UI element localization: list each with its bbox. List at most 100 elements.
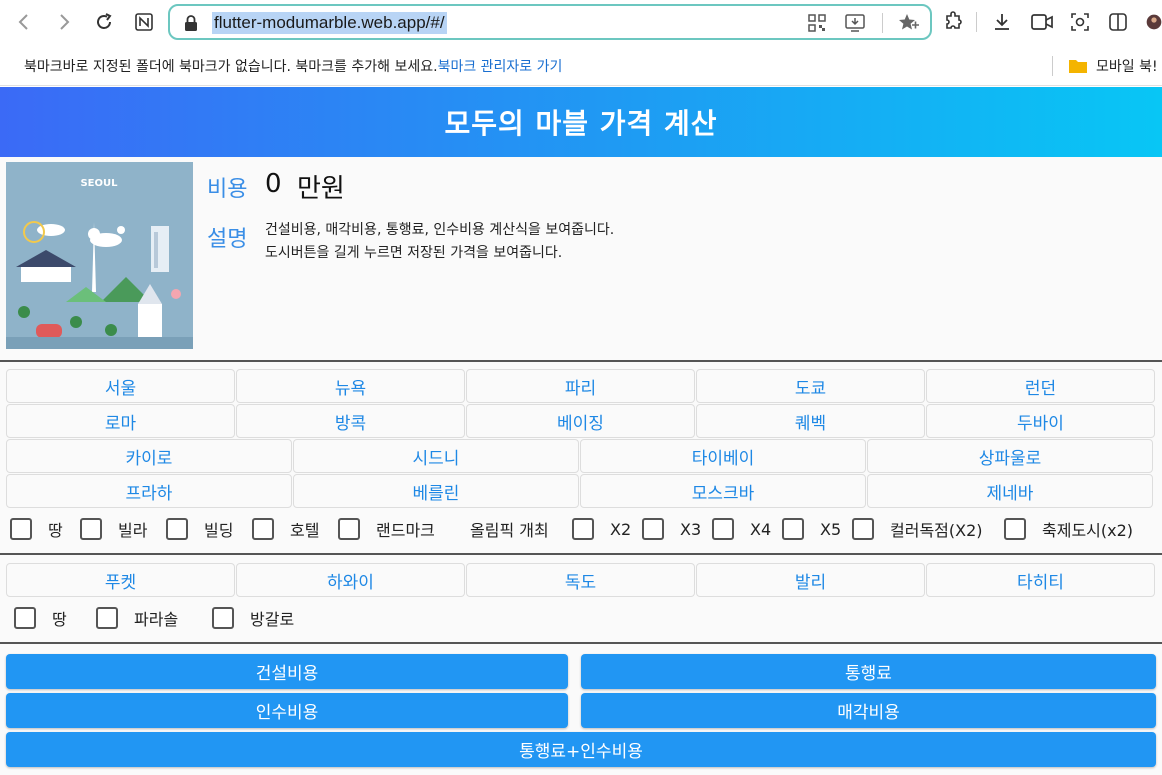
city-button-rome[interactable]: 로마 [6, 404, 235, 438]
option-festival-city[interactable]: 축제도시(x2) [1004, 514, 1133, 544]
checkbox[interactable] [852, 518, 874, 540]
olympic-x4[interactable]: X4 [712, 514, 771, 544]
qr-code-icon[interactable] [806, 12, 828, 34]
option-landmark[interactable]: 랜드마크 [338, 514, 435, 544]
option-label: X3 [680, 519, 702, 539]
lock-icon [184, 15, 198, 35]
cost-label: 비용 [207, 177, 248, 202]
download-icon[interactable] [990, 10, 1014, 34]
checkbox[interactable] [10, 518, 32, 540]
toll-plus-acquisition-button[interactable]: 통행료+인수비용 [6, 732, 1156, 767]
city-button-dubai[interactable]: 두바이 [926, 404, 1155, 438]
summary-section: SEOUL 비용 0 만원 설명 건설비용, 매각비용, 통행료, 인수비용 계… [0, 157, 1162, 360]
city-button-taipei[interactable]: 타이베이 [580, 439, 866, 473]
checkbox[interactable] [212, 607, 234, 629]
url-text[interactable]: flutter-modumarble.web.app/#/ [212, 12, 447, 34]
reload-icon [97, 13, 112, 29]
extensions-icon[interactable] [942, 10, 966, 34]
section-divider [0, 642, 1162, 644]
tourist-button-bali[interactable]: 발리 [696, 563, 925, 597]
olympic-x2[interactable]: X2 [572, 514, 631, 544]
tourist-option-bungalow[interactable]: 방갈로 [212, 603, 294, 633]
city-button-quebec[interactable]: 퀘벡 [696, 404, 925, 438]
city-button-bangkok[interactable]: 방콕 [236, 404, 465, 438]
description-line-1: 건설비용, 매각비용, 통행료, 인수비용 계산식을 보여줍니다. [265, 222, 615, 238]
city-button-berlin[interactable]: 베를린 [293, 474, 579, 508]
checkbox[interactable] [252, 518, 274, 540]
bookmark-folder-label: 모바일 북! [1096, 59, 1158, 75]
section-divider [0, 553, 1162, 555]
tourist-option-land[interactable]: 땅 [14, 603, 67, 633]
tourist-options-row: 땅 파라솔 방갈로 [8, 603, 408, 633]
toll-button[interactable]: 통행료 [581, 654, 1156, 689]
option-label: X4 [750, 519, 772, 539]
city-button-seoul[interactable]: 서울 [6, 369, 235, 403]
cost-value: 0 [265, 169, 282, 199]
notion-extension-button[interactable] [130, 8, 158, 36]
checkbox[interactable] [166, 518, 188, 540]
back-button[interactable] [10, 8, 38, 36]
checkbox[interactable] [572, 518, 594, 540]
checkbox[interactable] [712, 518, 734, 540]
install-app-icon[interactable] [844, 12, 866, 34]
illustration-caption: SEOUL [80, 178, 118, 189]
tourist-option-parasol[interactable]: 파라솔 [96, 603, 178, 633]
city-button-sydney[interactable]: 시드니 [293, 439, 579, 473]
checkbox[interactable] [782, 518, 804, 540]
arrow-right-icon [60, 14, 70, 30]
option-label: 축제도시(x2) [1042, 521, 1134, 540]
checkbox[interactable] [338, 518, 360, 540]
option-villa[interactable]: 빌라 [80, 514, 147, 544]
city-row-1: 서울 뉴욕 파리 도쿄 런던 [6, 369, 1156, 403]
option-label: 빌딩 [204, 521, 234, 540]
forward-button[interactable] [50, 8, 78, 36]
checkbox[interactable] [1004, 518, 1026, 540]
address-bar[interactable]: flutter-modumarble.web.app/#/ [168, 4, 932, 40]
acquisition-cost-button[interactable]: 인수비용 [6, 693, 568, 728]
city-row-2: 로마 방콕 베이징 퀘벡 두바이 [6, 404, 1156, 438]
city-row-4: 프라하 베를린 모스크바 제네바 [6, 474, 1154, 508]
city-button-moscow[interactable]: 모스크바 [580, 474, 866, 508]
option-label: 파라솔 [134, 610, 179, 629]
checkbox[interactable] [14, 607, 36, 629]
option-label: 호텔 [290, 521, 320, 540]
checkbox[interactable] [96, 607, 118, 629]
option-land[interactable]: 땅 [10, 514, 63, 544]
city-button-tokyo[interactable]: 도쿄 [696, 369, 925, 403]
construction-cost-button[interactable]: 건설비용 [6, 654, 568, 689]
city-button-beijing[interactable]: 베이징 [466, 404, 695, 438]
tourist-button-dokdo[interactable]: 독도 [466, 563, 695, 597]
tourist-button-tahiti[interactable]: 타히티 [926, 563, 1155, 597]
city-button-saopaulo[interactable]: 상파울로 [867, 439, 1153, 473]
profile-avatar[interactable] [1146, 10, 1162, 34]
sale-cost-button[interactable]: 매각비용 [581, 693, 1156, 728]
city-button-paris[interactable]: 파리 [466, 369, 695, 403]
screen-capture-icon[interactable] [1030, 10, 1054, 34]
city-button-london[interactable]: 런던 [926, 369, 1155, 403]
option-color-monopoly[interactable]: 컬러독점(X2) [852, 514, 983, 544]
checkbox[interactable] [80, 518, 102, 540]
tourist-button-hawaii[interactable]: 하와이 [236, 563, 465, 597]
favorite-star-icon[interactable] [898, 12, 920, 34]
bookmark-manager-link[interactable]: 북마크 관리자로 가기 [438, 59, 563, 75]
city-button-geneva[interactable]: 제네바 [867, 474, 1153, 508]
split-view-icon[interactable] [1106, 10, 1130, 34]
camera-icon[interactable] [1068, 10, 1092, 34]
tourist-button-phuket[interactable]: 푸켓 [6, 563, 235, 597]
city-button-newyork[interactable]: 뉴욕 [236, 369, 465, 403]
city-button-prague[interactable]: 프라하 [6, 474, 292, 508]
city-button-cairo[interactable]: 카이로 [6, 439, 292, 473]
option-building[interactable]: 빌딩 [166, 514, 233, 544]
bookmark-folder-mobile[interactable]: 모바일 북! [1068, 56, 1158, 76]
bookmarks-empty-message: 북마크바로 지정된 폴더에 북마크가 없습니다. 북마크를 추가해 보세요.북마… [24, 56, 562, 76]
section-divider [0, 360, 1162, 362]
option-hotel[interactable]: 호텔 [252, 514, 319, 544]
option-label: 빌라 [118, 521, 148, 540]
city-row-3: 카이로 시드니 타이베이 상파울로 [6, 439, 1154, 473]
cost-unit: 만원 [297, 174, 345, 204]
olympic-x3[interactable]: X3 [642, 514, 701, 544]
option-label: X5 [820, 519, 842, 539]
reload-button[interactable] [90, 8, 118, 36]
olympic-x5[interactable]: X5 [782, 514, 841, 544]
checkbox[interactable] [642, 518, 664, 540]
